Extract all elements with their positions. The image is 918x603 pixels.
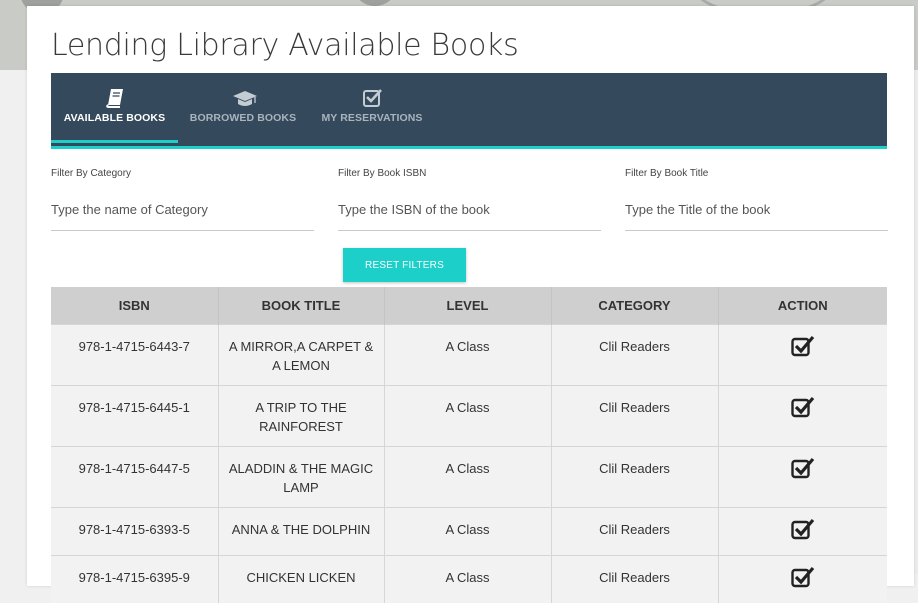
checkbox-icon <box>361 87 383 109</box>
level-cell: A Class <box>384 508 551 556</box>
column-header-isbn[interactable]: ISBN <box>51 287 218 325</box>
level-cell: A Class <box>384 447 551 508</box>
action-cell <box>718 556 887 603</box>
category-filter-input[interactable] <box>51 196 314 231</box>
title-cell: CHICKEN LICKEN <box>218 556 384 603</box>
filter-category: Filter By Category <box>51 168 314 231</box>
filter-title-label: Filter By Book Title <box>625 168 888 179</box>
title-cell: A MIRROR,A CARPET & A LEMON <box>218 325 384 386</box>
main-card: Lending Library Available Books AVAILABL… <box>27 6 914 586</box>
title-filter-input[interactable] <box>625 196 888 231</box>
tab-label: AVAILABLE BOOKS <box>51 112 178 124</box>
reserve-checkbox-icon[interactable] <box>791 457 815 479</box>
level-cell: A Class <box>384 556 551 603</box>
reserve-checkbox-icon[interactable] <box>791 335 815 357</box>
category-cell: Clil Readers <box>551 325 718 386</box>
tab-available-books[interactable]: AVAILABLE BOOKS <box>51 73 178 143</box>
table-row: 978-1-4715-6443-7 A MIRROR,A CARPET & A … <box>51 325 887 386</box>
isbn-cell: 978-1-4715-6447-5 <box>51 447 218 508</box>
action-cell <box>718 447 887 508</box>
column-header-category[interactable]: CATEGORY <box>551 287 718 325</box>
action-cell <box>718 325 887 386</box>
reserve-checkbox-icon[interactable] <box>791 396 815 418</box>
level-cell: A Class <box>384 386 551 447</box>
tab-label: MY RESERVATIONS <box>321 112 423 124</box>
title-cell: A TRIP TO THE RAINFOREST <box>218 386 384 447</box>
table-row: 978-1-4715-6393-5 ANNA & THE DOLPHIN A C… <box>51 508 887 556</box>
table-header-row: ISBN BOOK TITLE LEVEL CATEGORY ACTION <box>51 287 887 325</box>
title-cell: ANNA & THE DOLPHIN <box>218 508 384 556</box>
filter-title: Filter By Book Title <box>625 168 888 231</box>
category-cell: Clil Readers <box>551 556 718 603</box>
table-row: 978-1-4715-6445-1 A TRIP TO THE RAINFORE… <box>51 386 887 447</box>
filter-category-label: Filter By Category <box>51 168 314 179</box>
table-row: 978-1-4715-6447-5 ALADDIN & THE MAGIC LA… <box>51 447 887 508</box>
action-cell <box>718 508 887 556</box>
category-cell: Clil Readers <box>551 386 718 447</box>
isbn-cell: 978-1-4715-6443-7 <box>51 325 218 386</box>
column-header-level[interactable]: LEVEL <box>384 287 551 325</box>
tab-bar: AVAILABLE BOOKS BORROWED BOOKS MY RESERV… <box>51 73 887 149</box>
isbn-cell: 978-1-4715-6393-5 <box>51 508 218 556</box>
tab-borrowed-books[interactable]: BORROWED BOOKS <box>188 73 298 143</box>
isbn-cell: 978-1-4715-6445-1 <box>51 386 218 447</box>
filter-isbn-label: Filter By Book ISBN <box>338 168 601 179</box>
graduation-cap-icon <box>232 87 254 109</box>
reserve-checkbox-icon[interactable] <box>791 566 815 588</box>
level-cell: A Class <box>384 325 551 386</box>
book-icon <box>104 87 126 109</box>
action-cell <box>718 386 887 447</box>
table-row: 978-1-4715-6395-9 CHICKEN LICKEN A Class… <box>51 556 887 603</box>
page-title: Lending Library Available Books <box>51 28 518 63</box>
filter-isbn: Filter By Book ISBN <box>338 168 601 231</box>
isbn-cell: 978-1-4715-6395-9 <box>51 556 218 603</box>
tab-my-reservations[interactable]: MY RESERVATIONS <box>321 73 423 143</box>
tab-label: BORROWED BOOKS <box>188 112 298 124</box>
reset-filters-button[interactable]: RESET FILTERS <box>343 248 466 282</box>
column-header-action: ACTION <box>718 287 887 325</box>
reserve-checkbox-icon[interactable] <box>791 518 815 540</box>
category-cell: Clil Readers <box>551 508 718 556</box>
column-header-book-title[interactable]: BOOK TITLE <box>218 287 384 325</box>
books-table: ISBN BOOK TITLE LEVEL CATEGORY ACTION 97… <box>51 287 887 603</box>
category-cell: Clil Readers <box>551 447 718 508</box>
isbn-filter-input[interactable] <box>338 196 601 231</box>
title-cell: ALADDIN & THE MAGIC LAMP <box>218 447 384 508</box>
